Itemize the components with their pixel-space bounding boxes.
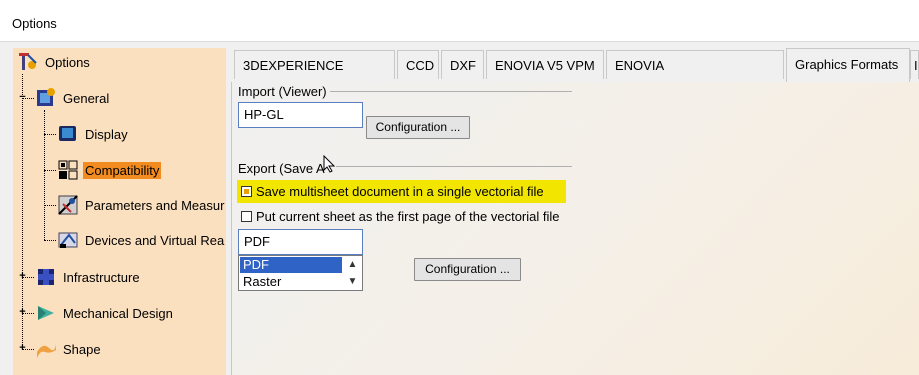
tab-dxf[interactable]: DXF xyxy=(441,50,484,79)
mechanical-design-icon xyxy=(35,302,57,324)
tab-strip: 3DEXPERIENCE platform CCD DXF ENOVIA V5 … xyxy=(231,48,919,102)
multisheet-checkbox[interactable] xyxy=(241,186,252,197)
devices-icon xyxy=(57,229,79,251)
tree-item-parameters[interactable]: Parameters and Measur xyxy=(57,194,226,216)
tab-label: IG xyxy=(914,58,918,73)
tree-connector xyxy=(44,240,56,241)
window-title: Options xyxy=(12,16,57,31)
general-icon xyxy=(35,87,57,109)
display-icon xyxy=(57,123,79,145)
title-bar: Options xyxy=(0,0,919,42)
import-configuration-button[interactable]: Configuration ... xyxy=(366,116,470,139)
first-page-checkbox[interactable] xyxy=(241,211,252,222)
scroll-up-icon[interactable]: ▲ xyxy=(344,256,361,273)
parameters-icon xyxy=(57,194,79,216)
tree-item-label: Compatibility xyxy=(83,161,162,179)
export-format-list[interactable]: PDF Raster ▲ ▼ xyxy=(238,255,363,291)
expand-shape-toggle[interactable]: + xyxy=(18,343,27,354)
export-group-label: Export (Save A xyxy=(238,161,325,176)
tree-item-general[interactable]: General xyxy=(35,87,111,109)
button-label: Configuration ... xyxy=(375,120,461,134)
tree-connector xyxy=(44,110,45,240)
export-format-field[interactable]: PDF xyxy=(238,229,363,255)
tab-ig[interactable]: IG xyxy=(910,50,919,79)
tab-label: Graphics Formats xyxy=(795,57,899,72)
tree-connector xyxy=(44,134,56,135)
tree-item-label: Parameters and Measur xyxy=(85,197,225,213)
import-group-label: Import (Viewer) xyxy=(238,84,327,99)
tab-label: CCD xyxy=(406,58,435,73)
tab-ccd[interactable]: CCD xyxy=(397,50,439,79)
tab-enovia-v5-vpm[interactable]: ENOVIA V5 VPM xyxy=(486,50,604,79)
tab-label: DXF xyxy=(450,58,476,73)
tab-graphics-formats[interactable]: Graphics Formats xyxy=(786,48,910,82)
group-divider xyxy=(330,91,572,92)
tree-connector xyxy=(44,205,56,206)
export-configuration-button[interactable]: Configuration ... xyxy=(414,258,521,281)
group-divider xyxy=(336,166,572,167)
shape-icon xyxy=(35,338,57,360)
first-page-checkbox-label: Put current sheet as the first page of t… xyxy=(256,209,560,224)
options-tree: − + + + Options General Display Compatib… xyxy=(13,48,226,375)
format-option-pdf[interactable]: PDF xyxy=(240,257,342,273)
tree-item-infrastructure[interactable]: Infrastructure xyxy=(35,266,142,288)
tab-3dexperience-platform[interactable]: 3DEXPERIENCE platform xyxy=(234,50,395,102)
tab-label: ENOVIA V5 VPM xyxy=(495,58,595,73)
tree-item-options[interactable]: Options xyxy=(17,51,92,73)
tree-item-compatibility[interactable]: Compatibility xyxy=(57,159,162,181)
compatibility-icon xyxy=(57,159,79,181)
tree-item-label: Infrastructure xyxy=(63,269,140,285)
button-label: Configuration ... xyxy=(425,262,510,276)
tree-item-label: Shape xyxy=(63,341,101,357)
tree-item-label: Options xyxy=(45,54,90,70)
format-option-raster[interactable]: Raster xyxy=(240,274,342,290)
tree-item-label: General xyxy=(63,90,110,106)
collapse-general-toggle[interactable]: − xyxy=(18,92,27,103)
tree-item-devices[interactable]: Devices and Virtual Rea xyxy=(57,229,226,251)
tree-connector xyxy=(44,170,56,171)
expand-mechanical-design-toggle[interactable]: + xyxy=(18,307,27,318)
tree-item-label: Devices and Virtual Rea xyxy=(85,232,225,248)
tree-item-label: Mechanical Design xyxy=(63,305,173,321)
option-label: Raster xyxy=(243,274,282,289)
scroll-down-icon[interactable]: ▼ xyxy=(344,273,361,290)
tree-item-display[interactable]: Display xyxy=(57,123,130,145)
export-format-value: PDF xyxy=(244,234,270,249)
mouse-cursor-icon xyxy=(323,154,337,173)
tree-item-label: Display xyxy=(85,126,128,142)
tree-item-shape[interactable]: Shape xyxy=(35,338,103,360)
options-tree-icon xyxy=(17,51,39,73)
import-format-value: HP-GL xyxy=(244,107,284,122)
option-label: PDF xyxy=(243,257,269,272)
multisheet-checkbox-label: Save multisheet document in a single vec… xyxy=(256,184,544,199)
tree-item-mechanical-design[interactable]: Mechanical Design xyxy=(35,302,175,324)
expand-infrastructure-toggle[interactable]: + xyxy=(18,271,27,282)
tab-enovia-v6-3dexperience[interactable]: ENOVIA V6/3DEXPERIENCE xyxy=(606,50,784,102)
infrastructure-icon xyxy=(35,266,57,288)
import-format-field[interactable]: HP-GL xyxy=(238,102,363,128)
